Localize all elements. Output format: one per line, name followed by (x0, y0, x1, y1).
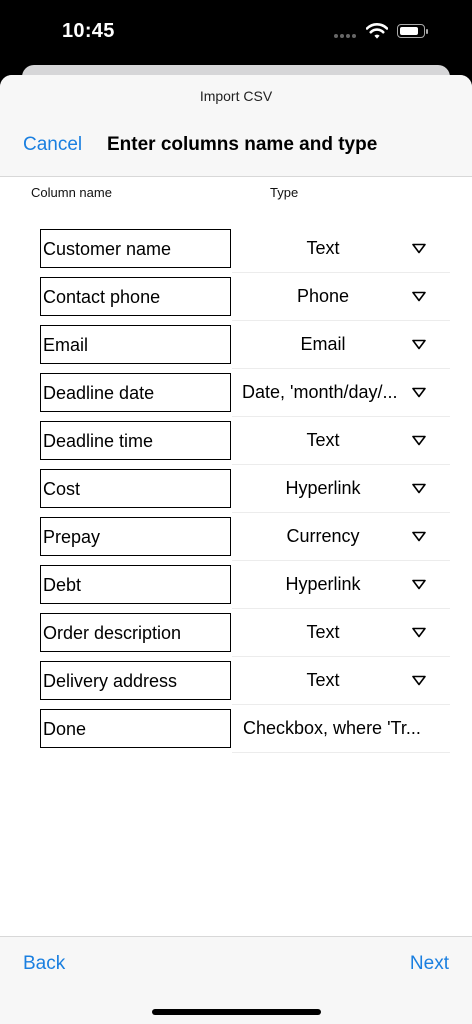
back-button[interactable]: Back (23, 953, 65, 975)
column-type-select[interactable]: Text (236, 661, 450, 700)
column-type-value: Hyperlink (285, 574, 361, 594)
triangle-down-icon (412, 387, 426, 398)
status-time: 10:45 (62, 20, 115, 42)
column-row: Email Email (0, 321, 472, 369)
column-name-field[interactable]: Delivery address (40, 661, 231, 700)
column-type-value: Email (300, 334, 346, 354)
column-row: Deadline time Text (0, 417, 472, 465)
column-type-value: Date, 'month/day/... (242, 382, 398, 402)
wifi-icon (366, 23, 388, 39)
column-type-select[interactable]: Text (236, 613, 450, 652)
column-type-header: Type (270, 185, 299, 200)
column-name-field[interactable]: Prepay (40, 517, 231, 556)
column-name-field[interactable]: Cost (40, 469, 231, 508)
next-button[interactable]: Next (410, 953, 449, 975)
triangle-down-icon (412, 243, 426, 254)
column-name-field[interactable]: Deadline time (40, 421, 231, 460)
cancel-button[interactable]: Cancel (23, 134, 82, 156)
column-type-select[interactable]: Text (236, 229, 450, 268)
column-name-field[interactable]: Contact phone (40, 277, 231, 316)
home-indicator[interactable] (152, 1009, 321, 1015)
column-row: Delivery address Text (0, 657, 472, 705)
column-row: Debt Hyperlink (0, 561, 472, 609)
column-name-field[interactable]: Customer name (40, 229, 231, 268)
triangle-down-icon (412, 675, 426, 686)
column-row: Cost Hyperlink (0, 465, 472, 513)
cellular-signal-icon (334, 34, 358, 39)
column-row: Done Checkbox, where 'Tr... (0, 705, 472, 753)
page-title: Enter columns name and type (107, 134, 378, 155)
column-type-value: Text (306, 430, 340, 450)
column-type-value: Checkbox, where 'Tr... (243, 718, 421, 738)
column-row: Deadline date Date, 'month/day/... (0, 369, 472, 417)
column-type-select[interactable]: Email (236, 325, 450, 364)
column-type-select[interactable]: Date, 'month/day/... (236, 373, 450, 412)
column-type-select[interactable]: Text (236, 421, 450, 460)
column-type-value: Text (306, 622, 340, 642)
column-headers: Column name Type (0, 185, 472, 205)
column-row: Prepay Currency (0, 513, 472, 561)
column-type-select[interactable]: Phone (236, 277, 450, 316)
triangle-down-icon (412, 291, 426, 302)
column-name-field[interactable]: Order description (40, 613, 231, 652)
columns-list: Customer name Text Contact phone Phone E… (0, 225, 472, 753)
column-type-value: Text (306, 238, 340, 258)
column-type-value: Phone (296, 286, 350, 306)
column-row: Order description Text (0, 609, 472, 657)
column-type-select[interactable]: Hyperlink (236, 565, 450, 604)
sheet-subtitle: Import CSV (199, 88, 273, 104)
column-type-select[interactable]: Hyperlink (236, 469, 450, 508)
column-row: Contact phone Phone (0, 273, 472, 321)
import-csv-sheet: Import CSV Cancel Enter columns name and… (0, 75, 472, 1024)
column-type-value: Hyperlink (285, 478, 361, 498)
status-bar: 10:45 (0, 0, 472, 64)
triangle-down-icon (412, 579, 426, 590)
column-name-field[interactable]: Debt (40, 565, 231, 604)
triangle-down-icon (412, 531, 426, 542)
navigation-bar: Import CSV Cancel Enter columns name and… (0, 75, 472, 177)
battery-icon (397, 24, 428, 38)
column-type-select[interactable]: Checkbox, where 'Tr... (236, 709, 450, 748)
column-name-header: Column name (31, 185, 112, 200)
column-name-field[interactable]: Email (40, 325, 231, 364)
triangle-down-icon (412, 627, 426, 638)
bottom-toolbar: Back Next (0, 936, 472, 1024)
column-type-select[interactable]: Currency (236, 517, 450, 556)
column-name-field[interactable]: Deadline date (40, 373, 231, 412)
triangle-down-icon (412, 483, 426, 494)
column-name-field[interactable]: Done (40, 709, 231, 748)
triangle-down-icon (412, 435, 426, 446)
row-divider (232, 752, 450, 753)
column-row: Customer name Text (0, 225, 472, 273)
triangle-down-icon (412, 339, 426, 350)
column-type-value: Text (306, 670, 340, 690)
column-type-value: Currency (286, 526, 360, 546)
